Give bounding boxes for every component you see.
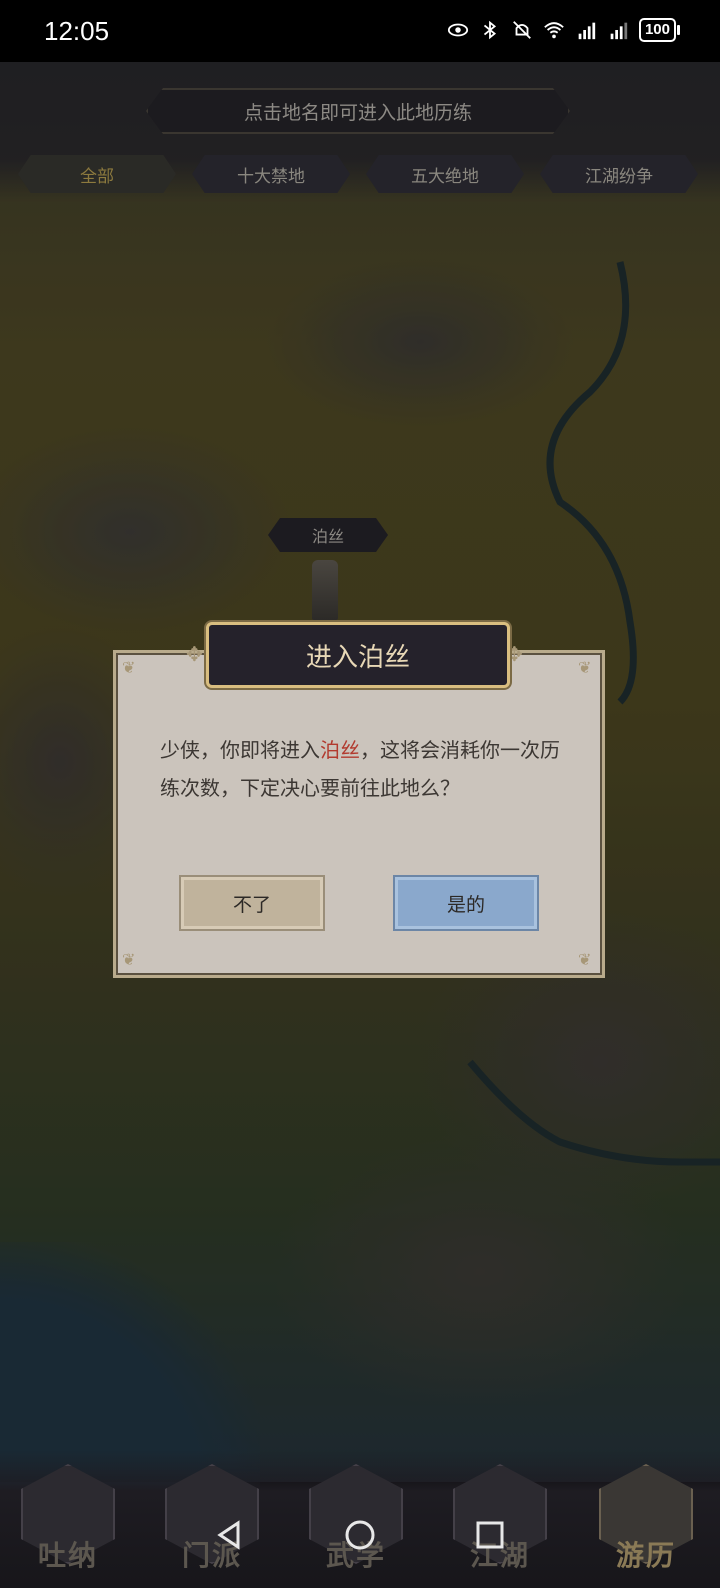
status-icons: 100 [447,18,681,42]
tower-icon[interactable] [312,560,338,620]
eye-icon [447,23,469,37]
dialog-message: 少侠，你即将进入泊丝，这将会消耗你一次历练次数，下定决心要前往此地么？ [160,731,570,807]
corner-ornament-icon: ❦ [122,658,136,677]
dialog-title: 进入泊丝 [206,622,510,688]
tab-five-perilous[interactable]: 五大绝地 [366,155,524,193]
corner-ornament-icon: ❦ [122,950,136,969]
map-hint-banner: 点击地名即可进入此地历练 [146,88,570,134]
signal-4g-icon [610,22,628,40]
wifi-icon [544,22,564,39]
title-ornament-icon: ✥ [186,642,203,666]
confirm-button[interactable]: 是的 [393,875,539,931]
status-bar: 12:05 100 [0,0,720,62]
home-icon[interactable] [340,1515,380,1555]
cancel-button[interactable]: 不了 [179,875,325,931]
tab-jianghu-strife[interactable]: 江湖纷争 [540,155,698,193]
signal-4g-icon [578,22,596,40]
corner-ornament-icon: ❦ [578,658,592,677]
corner-ornament-icon: ❦ [578,950,592,969]
status-time: 12:05 [44,16,110,46]
location-label[interactable]: 泊丝 [268,518,388,552]
recents-icon[interactable] [470,1515,510,1555]
region-filter-tabs: 全部 十大禁地 五大绝地 江湖纷争 [18,155,698,193]
system-nav-bar [0,1505,720,1565]
mute-icon [513,21,531,39]
message-highlight: 泊丝 [320,738,360,762]
message-text: 少侠，你即将进入 [160,738,320,762]
bluetooth-icon [483,20,497,40]
confirm-dialog: ❦ ❦ ❦ ❦ 少侠，你即将进入泊丝，这将会消耗你一次历练次数，下定决心要前往此… [113,650,605,978]
tab-ten-forbidden[interactable]: 十大禁地 [192,155,350,193]
battery-indicator: 100 [638,18,681,42]
tab-all[interactable]: 全部 [18,155,176,193]
back-icon[interactable] [210,1515,250,1555]
